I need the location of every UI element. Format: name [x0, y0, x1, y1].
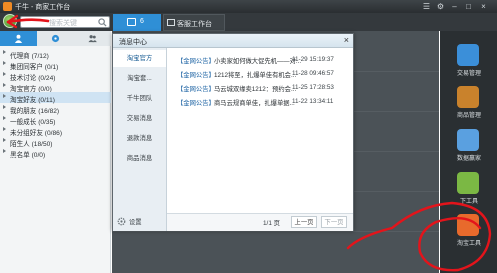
dialog-nav: 淘宝官方 淘宝套... 千牛团队 交易消息 退款消息 商品消息	[113, 48, 167, 231]
settings-icon[interactable]: ⚙	[435, 1, 446, 12]
message-source: 【金网公告】	[177, 72, 215, 79]
dock-label: 数据赢家	[456, 156, 481, 162]
avatar[interactable]	[3, 14, 17, 28]
nav-item-taobao-official[interactable]: 淘宝官方	[113, 50, 166, 67]
message-text[interactable]: 小卖家如何做大促先机——对...	[214, 56, 301, 65]
message-item[interactable]: 【金网公告】 小卖家如何做大促先机——对... 11-29 15:19:37	[177, 54, 352, 66]
nav-item-trade-messages[interactable]: 交易消息	[113, 110, 166, 127]
contact-group[interactable]: 陌生人 (18/50)	[0, 136, 111, 148]
dock-item-taobao-tools[interactable]: 淘宝工具	[445, 212, 493, 250]
prev-page-button[interactable]: 上一页	[291, 216, 317, 228]
message-item[interactable]: 【金网公告】 商马云规商单佳，扎爆单据... 11-22 13:34:11	[177, 96, 352, 108]
chat-icon	[51, 34, 60, 43]
contact-tabs	[0, 31, 111, 46]
trade-icon	[457, 44, 479, 66]
expand-icon	[3, 127, 6, 131]
contact-group[interactable]: 集团同客户 (0/1)	[0, 59, 111, 71]
message-time: 11-28 09:46:57	[292, 70, 334, 77]
message-source: 【金网公告】	[177, 58, 215, 65]
divider	[112, 231, 439, 232]
tab-messages[interactable]: 6	[113, 14, 161, 31]
expand-icon	[3, 94, 6, 98]
dock-label: 下工具	[459, 199, 478, 205]
tab-customer-service[interactable]: 客服工作台	[163, 14, 225, 31]
dock-label: 商品管理	[456, 113, 481, 119]
tab-messages-label: 6	[140, 18, 144, 25]
window-title: 千牛 - 商家工作台	[15, 4, 71, 11]
gear-icon	[117, 217, 126, 226]
dock-item-tools[interactable]: 下工具	[445, 170, 493, 208]
contact-group[interactable]: 淘宝官方 (0/0)	[0, 81, 111, 93]
message-center-dialog: 消息中心 × 淘宝官方 淘宝套... 千牛团队 交易消息 退款消息 商品消息 【…	[112, 33, 354, 231]
message-icon	[127, 18, 136, 26]
contact-group[interactable]: 未分组好友 (0/86)	[0, 125, 111, 137]
dock-item-data[interactable]: 数据赢家	[445, 127, 493, 165]
menu-icon[interactable]: ☰	[421, 1, 432, 12]
dialog-title-bar: 消息中心 ×	[113, 34, 353, 48]
tab-contacts[interactable]	[0, 31, 37, 46]
message-item[interactable]: 【金网公告】 马云城双缘卖1212：预约会... 11-25 17:28:53	[177, 82, 352, 94]
tab-groups[interactable]	[74, 31, 111, 46]
chart-icon	[457, 129, 479, 151]
dock-label: 交易管理	[456, 71, 481, 77]
expand-icon	[3, 61, 6, 65]
app-logo-icon	[3, 2, 12, 11]
next-page-button[interactable]: 下一页	[321, 216, 347, 228]
message-time: 11-29 15:19:37	[292, 56, 334, 63]
expand-icon	[3, 116, 6, 120]
dialog-title: 消息中心	[119, 39, 147, 46]
search-icon[interactable]	[98, 18, 107, 27]
nav-item-goods-messages[interactable]: 商品消息	[113, 150, 166, 167]
page-indicator: 1/1 页	[263, 220, 281, 227]
message-text[interactable]: 商马云规商单佳，扎爆单据...	[214, 98, 295, 107]
dock-label: 淘宝工具	[456, 241, 481, 247]
message-source: 【金网公告】	[177, 100, 215, 107]
message-source: 【金网公告】	[177, 86, 215, 93]
contact-group[interactable]: 我的朋友 (16/82)	[0, 103, 111, 115]
tab-recent[interactable]	[37, 31, 74, 46]
expand-icon	[3, 149, 6, 153]
dialog-close-button[interactable]: ×	[344, 35, 349, 46]
person-icon	[14, 34, 23, 43]
nav-item-qianniu-team[interactable]: 千牛团队	[113, 90, 166, 107]
contact-group[interactable]: 黑名单 (0/0)	[0, 147, 111, 159]
goods-icon	[457, 86, 479, 108]
settings-label: 设置	[129, 219, 142, 226]
group-icon	[88, 35, 97, 43]
contact-group[interactable]: 代理商 (7/12)	[0, 48, 111, 60]
tab-customer-service-label: 客服工作台	[177, 21, 212, 28]
expand-icon	[3, 72, 6, 76]
lock-icon	[457, 214, 479, 236]
dock-item-trade[interactable]: 交易管理	[445, 42, 493, 80]
expand-icon	[3, 83, 6, 87]
nav-item-refund-messages[interactable]: 退款消息	[113, 130, 166, 147]
contact-group[interactable]: 技术讨论 (0/24)	[0, 70, 111, 82]
message-time: 11-22 13:34:11	[292, 98, 334, 105]
expand-icon	[3, 105, 6, 109]
message-time: 11-25 17:28:53	[292, 84, 334, 91]
message-text[interactable]: 1212将至，扎爆单佳有机会...	[214, 70, 296, 79]
dock-item-goods[interactable]: 商品管理	[445, 84, 493, 122]
close-icon[interactable]: ×	[478, 1, 489, 12]
restore-icon[interactable]: □	[463, 1, 474, 12]
expand-icon	[3, 138, 6, 142]
tools-icon	[457, 172, 479, 194]
contact-group[interactable]: 淘宝好友 (0/11)	[0, 92, 111, 104]
search-input[interactable]: 搜索关键	[49, 18, 77, 28]
message-item[interactable]: 【金网公告】 1212将至，扎爆单佳有机会... 11-28 09:46:57	[177, 68, 352, 80]
search-box[interactable]: 搜索关键	[20, 16, 110, 28]
title-bar: 千牛 - 商家工作台 ☰ ⚙ – □ ×	[0, 0, 497, 13]
contact-group[interactable]: 一般成长 (0/35)	[0, 114, 111, 126]
settings-button[interactable]: 设置	[117, 216, 157, 228]
message-text[interactable]: 马云城双缘卖1212：预约会...	[214, 84, 296, 93]
nav-item-taobao-package[interactable]: 淘宝套...	[113, 70, 166, 87]
minimize-icon[interactable]: –	[449, 1, 460, 12]
window-icon	[167, 19, 175, 26]
expand-icon	[3, 50, 6, 54]
